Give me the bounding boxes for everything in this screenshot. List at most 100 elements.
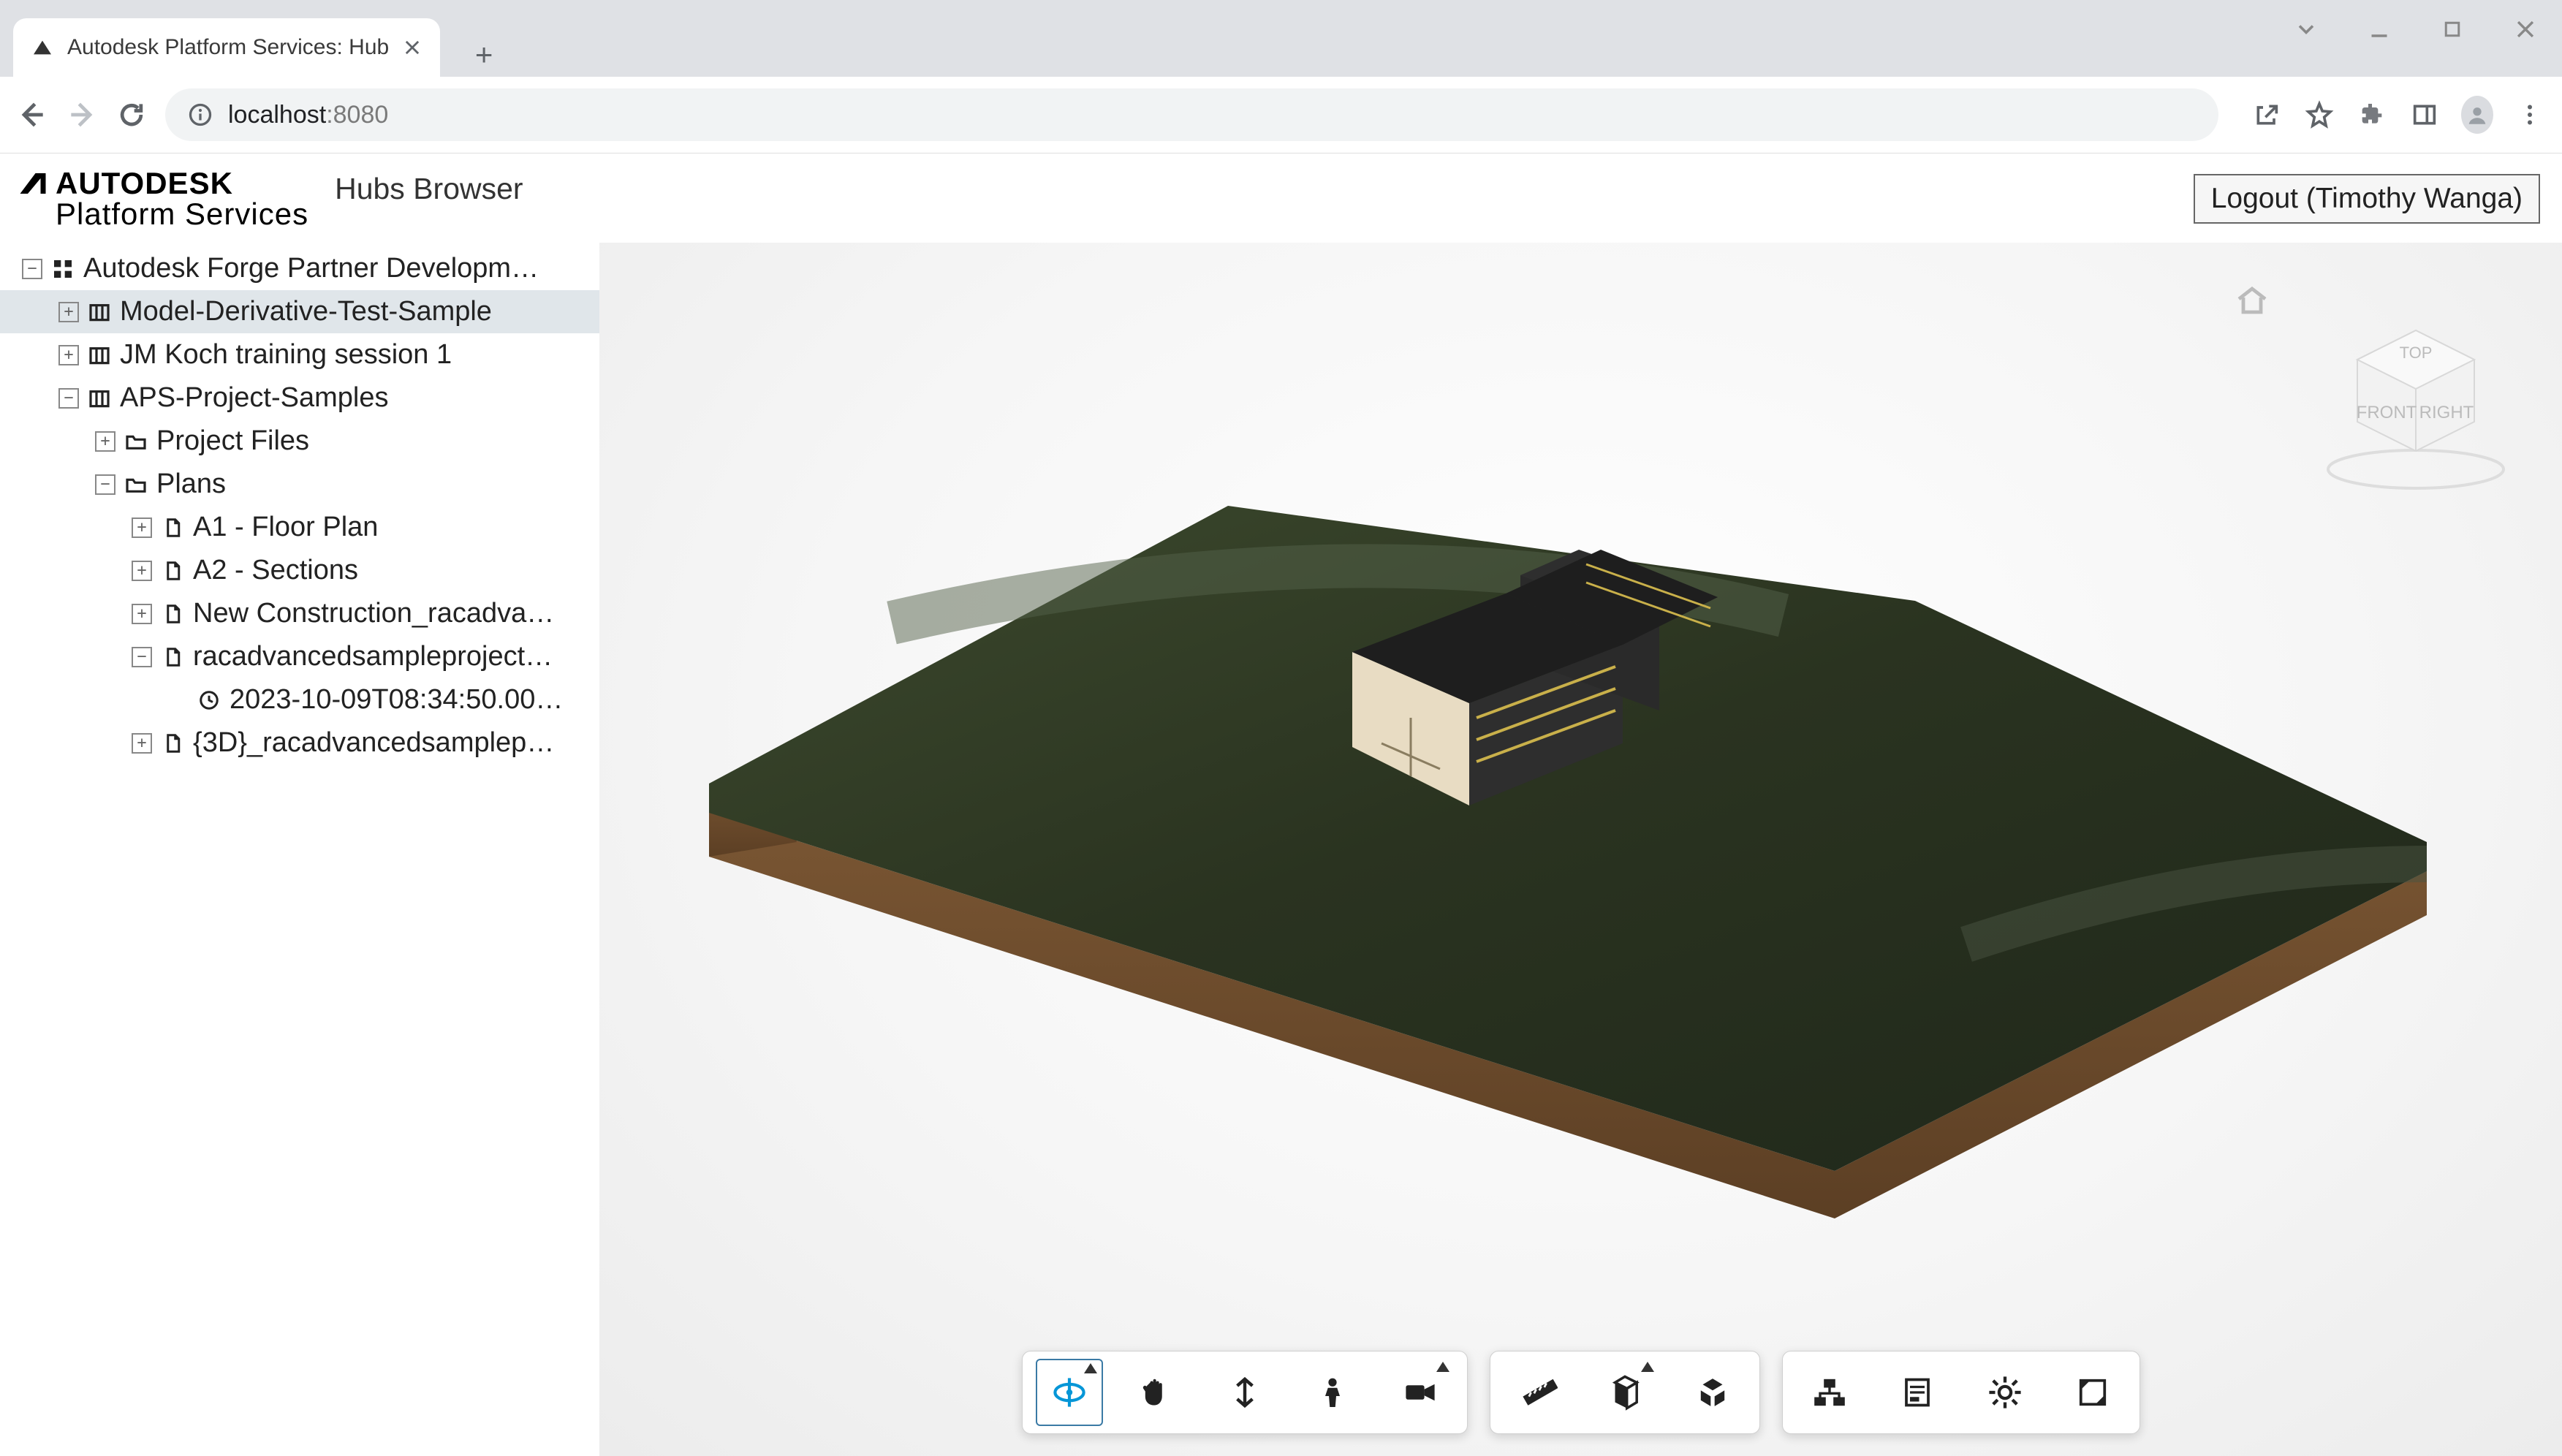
clock-icon: [196, 687, 222, 713]
properties-tool[interactable]: [1884, 1359, 1951, 1426]
tabs-dropdown-icon[interactable]: [2284, 15, 2328, 44]
share-icon[interactable]: [2251, 99, 2283, 131]
viewcube-top-label[interactable]: TOP: [2400, 344, 2433, 362]
expand-icon[interactable]: +: [58, 302, 79, 322]
window-minimize-icon[interactable]: [2357, 15, 2401, 44]
tree-node[interactable]: − Plans: [0, 463, 599, 506]
expand-icon[interactable]: +: [132, 517, 152, 538]
tree-node-label: Project Files: [156, 425, 592, 457]
section-tool[interactable]: [1591, 1359, 1659, 1426]
fullscreen-tool[interactable]: [2059, 1359, 2126, 1426]
app-header: AUTODESK Platform Services Hubs Browser …: [0, 153, 2562, 243]
bookmark-icon[interactable]: [2303, 99, 2335, 131]
file-icon: [159, 601, 186, 627]
first-person-tool[interactable]: [1299, 1359, 1366, 1426]
viewcube-front-label[interactable]: FRONT: [2357, 403, 2417, 422]
tree-node[interactable]: − racadvancedsampleproject…: [0, 635, 599, 678]
tree-node[interactable]: +JM Koch training session 1: [0, 333, 599, 376]
settings-tool[interactable]: [1971, 1359, 2039, 1426]
kebab-menu-icon[interactable]: [2514, 99, 2546, 131]
tree-node-label: A1 - Floor Plan: [193, 512, 592, 543]
hub-icon: [50, 256, 76, 282]
window-close-icon[interactable]: [2504, 15, 2547, 44]
tree-node[interactable]: + New Construction_racadva…: [0, 592, 599, 635]
browser-address-bar: localhost:8080: [0, 77, 2562, 153]
collapse-icon[interactable]: −: [22, 259, 42, 279]
flyout-indicator-icon: [1641, 1362, 1654, 1372]
logout-button[interactable]: Logout (Timothy Wanga): [2194, 174, 2540, 224]
tree-node-label: Plans: [156, 469, 592, 500]
file-icon: [159, 515, 186, 541]
page-title: Hubs Browser: [335, 172, 523, 206]
viewer-nav-group: [1022, 1351, 1468, 1434]
folder-icon: [123, 471, 149, 498]
close-tab-icon[interactable]: [402, 37, 422, 58]
tree-node[interactable]: 2023-10-09T08:34:50.00…: [0, 678, 599, 721]
back-button[interactable]: [16, 99, 48, 131]
collapse-icon[interactable]: −: [95, 474, 115, 495]
tree-node[interactable]: +A2 - Sections: [0, 549, 599, 592]
brand-line2: Platform Services: [18, 199, 308, 230]
window-maximize-icon[interactable]: [2430, 15, 2474, 44]
expand-icon[interactable]: +: [132, 733, 152, 754]
site-info-icon[interactable]: [187, 102, 213, 128]
autodesk-logo-icon: [18, 168, 48, 199]
brand-logo: AUTODESK Platform Services: [18, 168, 308, 230]
forward-button[interactable]: [66, 99, 98, 131]
tree-node[interactable]: + A1 - Floor Plan: [0, 506, 599, 549]
tree-node[interactable]: − APS-Project-Samples: [0, 376, 599, 420]
browser-titlebar: Autodesk Platform Services: Hub +: [0, 0, 2562, 77]
sidebar-tree[interactable]: −Autodesk Forge Partner Developm…+Model-…: [0, 243, 599, 1456]
model-scene[interactable]: [709, 433, 2427, 1273]
flyout-indicator-icon: [1436, 1362, 1449, 1372]
expand-icon[interactable]: +: [95, 431, 115, 452]
tree-node-label: Autodesk Forge Partner Developm…: [83, 253, 592, 284]
url-path: :8080: [326, 101, 388, 129]
model-browser-tool[interactable]: [1796, 1359, 1863, 1426]
expand-icon[interactable]: +: [132, 561, 152, 581]
url-input[interactable]: localhost:8080: [165, 88, 2218, 141]
flyout-indicator-icon: [1084, 1363, 1097, 1373]
camera-tool[interactable]: [1387, 1359, 1454, 1426]
brand-line1: AUTODESK: [56, 168, 233, 199]
file-icon: [159, 644, 186, 670]
file-icon: [159, 730, 186, 757]
file-icon: [159, 558, 186, 584]
tree-node-label: APS-Project-Samples: [120, 382, 592, 414]
project-icon: [86, 299, 113, 325]
side-panel-icon[interactable]: [2408, 99, 2441, 131]
expand-icon[interactable]: +: [132, 604, 152, 624]
measure-tool[interactable]: [1504, 1359, 1571, 1426]
pan-tool[interactable]: [1123, 1359, 1191, 1426]
tab-favicon-icon: [31, 36, 54, 59]
viewer-panel-group: [1782, 1351, 2140, 1434]
tree-node[interactable]: + Model-Derivative-Test-Sample: [0, 290, 599, 333]
home-view-icon[interactable]: [2235, 283, 2270, 318]
browser-tab[interactable]: Autodesk Platform Services: Hub: [13, 18, 440, 77]
url-host: localhost: [228, 101, 326, 129]
tree-node-label: New Construction_racadva…: [193, 598, 592, 629]
tree-node[interactable]: + Project Files: [0, 420, 599, 463]
model-viewer[interactable]: TOP FRONT RIGHT: [599, 243, 2562, 1456]
profile-avatar-icon[interactable]: [2461, 99, 2493, 131]
extensions-icon[interactable]: [2356, 99, 2388, 131]
dolly-tool[interactable]: [1211, 1359, 1278, 1426]
project-icon: [86, 385, 113, 412]
viewcube-right-label[interactable]: RIGHT: [2419, 403, 2474, 422]
orbit-tool[interactable]: [1036, 1359, 1103, 1426]
explode-tool[interactable]: [1679, 1359, 1746, 1426]
reload-button[interactable]: [115, 99, 148, 131]
folder-icon: [123, 428, 149, 455]
tree-node-label: 2023-10-09T08:34:50.00…: [230, 684, 592, 716]
tree-node-label: {3D}_racadvancedsamplep…: [193, 727, 592, 759]
tree-node[interactable]: + {3D}_racadvancedsamplep…: [0, 721, 599, 765]
project-icon: [86, 342, 113, 368]
tab-title: Autodesk Platform Services: Hub: [67, 35, 389, 60]
tree-node-label: racadvancedsampleproject…: [193, 641, 592, 672]
tree-node[interactable]: − Autodesk Forge Partner Developm…: [0, 247, 599, 290]
expand-icon[interactable]: +: [58, 345, 79, 365]
tree-node-label: Model-Derivative-Test-Sample: [120, 296, 592, 327]
new-tab-button[interactable]: +: [462, 33, 506, 77]
collapse-icon[interactable]: −: [58, 388, 79, 409]
collapse-icon[interactable]: −: [132, 647, 152, 667]
